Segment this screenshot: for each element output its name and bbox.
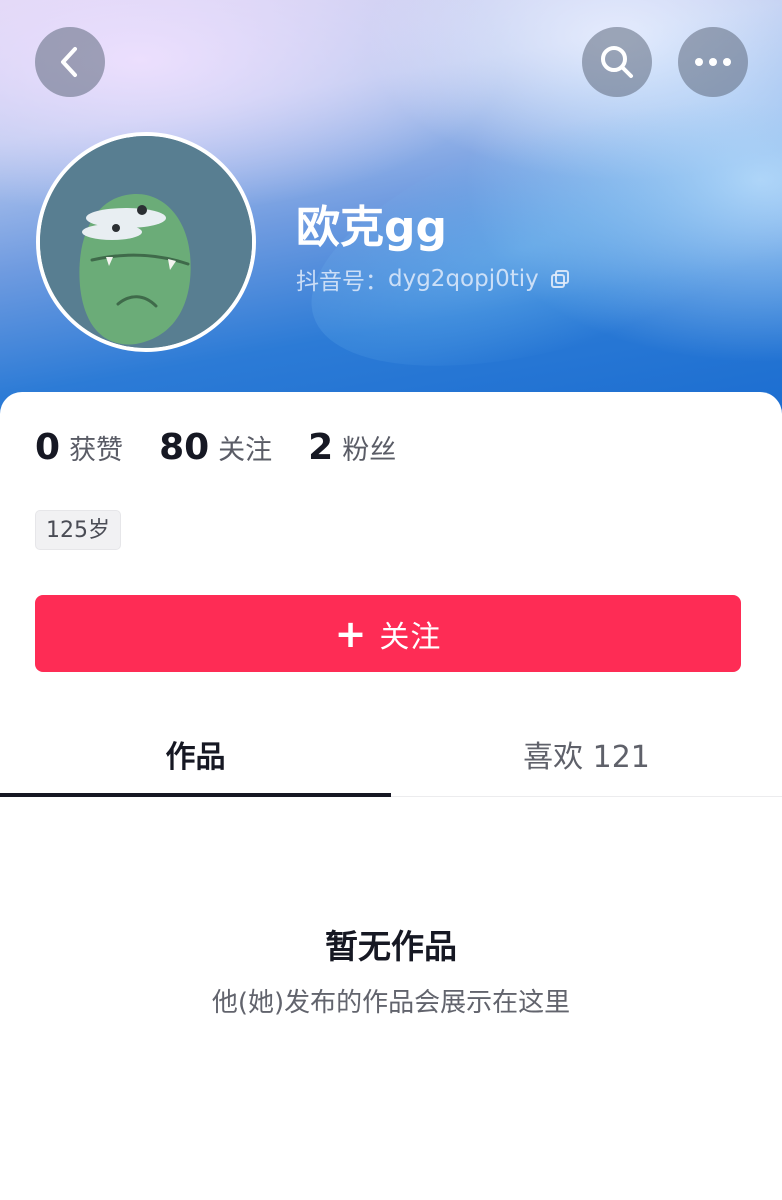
stat-followers[interactable]: 2 粉丝 — [308, 427, 396, 468]
profile-tabs: 作品 喜欢 121 — [0, 712, 782, 797]
back-button[interactable] — [35, 27, 105, 97]
douyin-id-row[interactable]: 抖音号： dyg2qopj0tiy — [296, 262, 571, 296]
age-tag: 125岁 — [35, 510, 121, 550]
tab-works[interactable]: 作品 — [0, 712, 391, 797]
follow-button-label: 关注 — [379, 619, 442, 655]
chevron-left-icon — [61, 47, 77, 77]
stat-following[interactable]: 80 关注 — [159, 427, 272, 468]
copy-icon[interactable] — [549, 268, 571, 290]
search-icon — [601, 46, 633, 78]
green-monster-avatar-icon — [40, 136, 252, 348]
tab-likes[interactable]: 喜欢 121 — [391, 712, 782, 796]
stat-likes[interactable]: 0 获赞 — [35, 427, 123, 468]
profile-header-background: 欧克gg 抖音号： dyg2qopj0tiy — [0, 0, 782, 430]
stat-followers-label: 粉丝 — [342, 434, 397, 466]
more-dots-icon — [695, 58, 731, 66]
profile-stats: 0 获赞 80 关注 2 粉丝 — [35, 422, 432, 472]
plus-icon: + — [334, 611, 368, 656]
avatar[interactable] — [36, 132, 256, 352]
stat-following-value: 80 — [159, 426, 210, 468]
more-button[interactable] — [678, 27, 748, 97]
douyin-id-value: dyg2qopj0tiy — [388, 266, 539, 292]
profile-page: 欧克gg 抖音号： dyg2qopj0tiy 0 获赞 80 关注 2 粉丝 1… — [0, 0, 782, 1200]
search-button[interactable] — [582, 27, 652, 97]
tab-likes-label: 喜欢 121 — [523, 740, 650, 775]
active-tab-indicator — [0, 793, 391, 797]
stat-following-label: 关注 — [218, 434, 273, 466]
profile-name: 欧克gg — [296, 202, 447, 253]
tab-works-label: 作品 — [165, 740, 226, 775]
douyin-id-label: 抖音号： — [296, 269, 388, 295]
stat-likes-value: 0 — [35, 426, 61, 468]
stat-followers-value: 2 — [308, 426, 334, 468]
empty-state-title: 暂无作品 — [325, 927, 457, 966]
follow-button[interactable]: + 关注 — [35, 595, 741, 672]
stat-likes-label: 获赞 — [69, 434, 124, 466]
profile-card: 0 获赞 80 关注 2 粉丝 125岁 + 关注 作品 喜欢 121 暂无作品… — [0, 392, 782, 1200]
empty-state-subtitle: 他(她)发布的作品会展示在这里 — [211, 988, 571, 1018]
